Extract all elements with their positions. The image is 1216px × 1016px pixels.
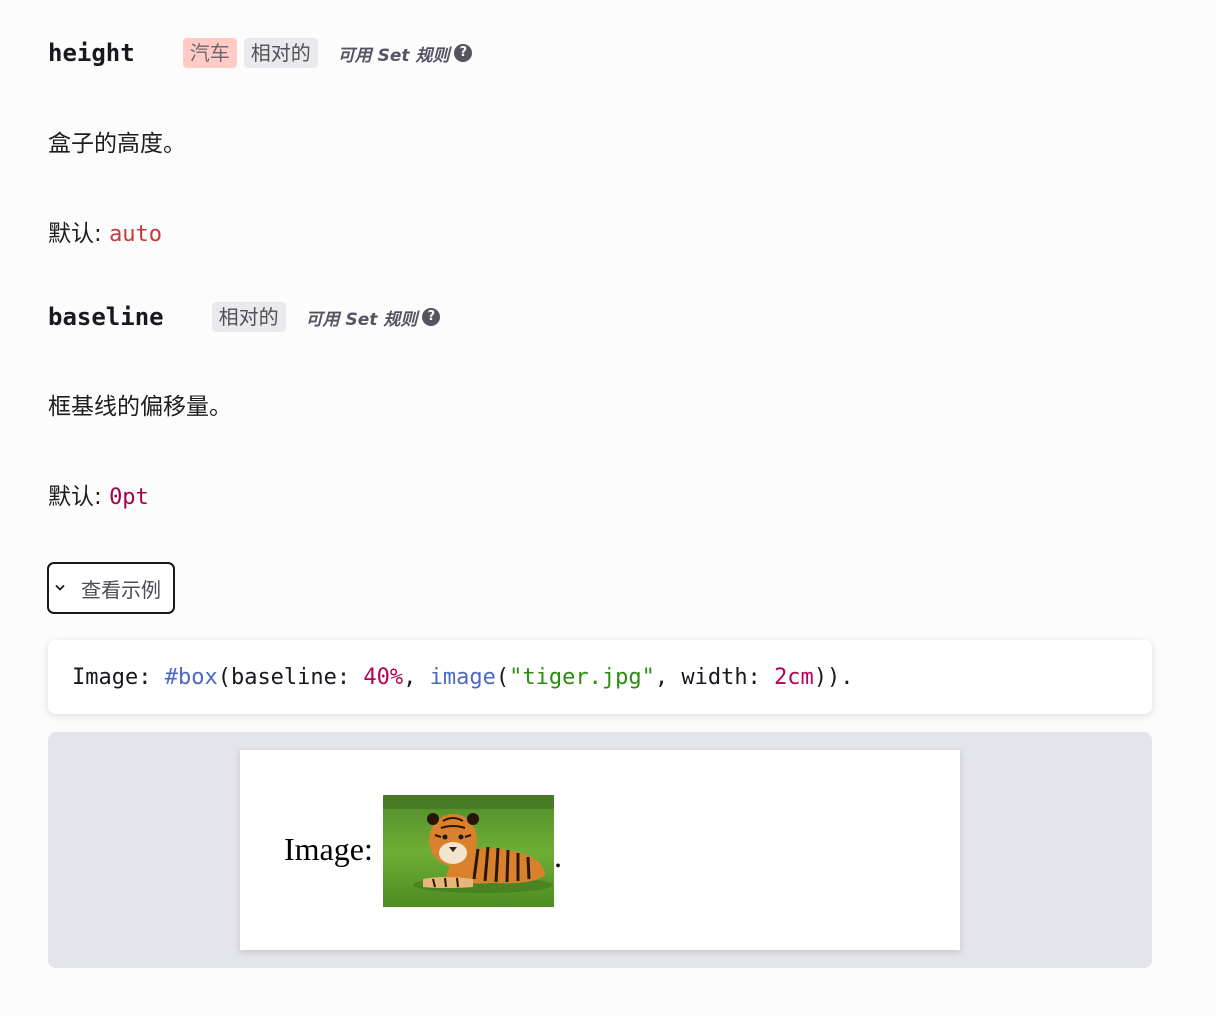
example-preview: Image: .: [48, 732, 1152, 968]
param-height-description: 盒子的高度。: [48, 131, 186, 157]
settable-note: 可用 Set 规则 ?: [306, 305, 441, 330]
code-token: 40%: [363, 664, 404, 690]
type-tag-relative: 相对的: [243, 38, 318, 68]
view-example-button[interactable]: 查看示例: [47, 562, 175, 614]
param-height-default: 默认: auto: [48, 214, 162, 248]
chevron-down-icon: [55, 585, 65, 591]
default-value: auto: [109, 222, 163, 247]
code-token: , width:: [654, 664, 775, 690]
type-tag-auto: 汽车: [182, 38, 237, 68]
param-height-header: height 汽车 相对的 可用 Set 规则 ?: [48, 38, 473, 68]
view-example-label: 查看示例: [81, 577, 161, 602]
param-baseline-default: 默认: 0pt: [48, 477, 149, 511]
settable-label: 可用 Set 规则: [305, 309, 418, 330]
code-token: image: [429, 664, 496, 690]
code-token: "tiger.jpg": [509, 664, 655, 690]
example-code-block: Image: #box (baseline: 40%, image("tiger.…: [48, 640, 1152, 714]
default-label: 默认:: [48, 221, 102, 247]
param-baseline-header: baseline 相对的 可用 Set 规则 ?: [48, 302, 441, 332]
default-value: 0pt: [109, 485, 149, 510]
code-token: 2cm: [774, 664, 814, 690]
settable-label: 可用 Set 规则: [337, 45, 450, 66]
type-tag-relative: 相对的: [211, 302, 286, 332]
settable-note: 可用 Set 规则 ?: [338, 41, 473, 66]
code-token: (baseline:: [217, 664, 364, 690]
help-icon[interactable]: ?: [454, 44, 473, 62]
param-name: baseline: [48, 303, 164, 331]
default-label: 默认:: [48, 484, 102, 510]
code-token: )).: [813, 664, 854, 690]
param-baseline-description: 框基线的偏移量。: [48, 394, 232, 420]
code-token: #box: [164, 664, 218, 690]
tiger-image: [383, 795, 554, 907]
preview-trailing-period: .: [554, 838, 562, 874]
code-token: Image:: [72, 664, 165, 690]
code-token: ,: [403, 664, 430, 690]
param-name: height: [48, 39, 135, 67]
help-icon[interactable]: ?: [422, 308, 441, 326]
preview-page: Image: .: [240, 750, 960, 950]
code-token: (: [495, 664, 510, 690]
preview-text: Image:: [284, 831, 373, 867]
